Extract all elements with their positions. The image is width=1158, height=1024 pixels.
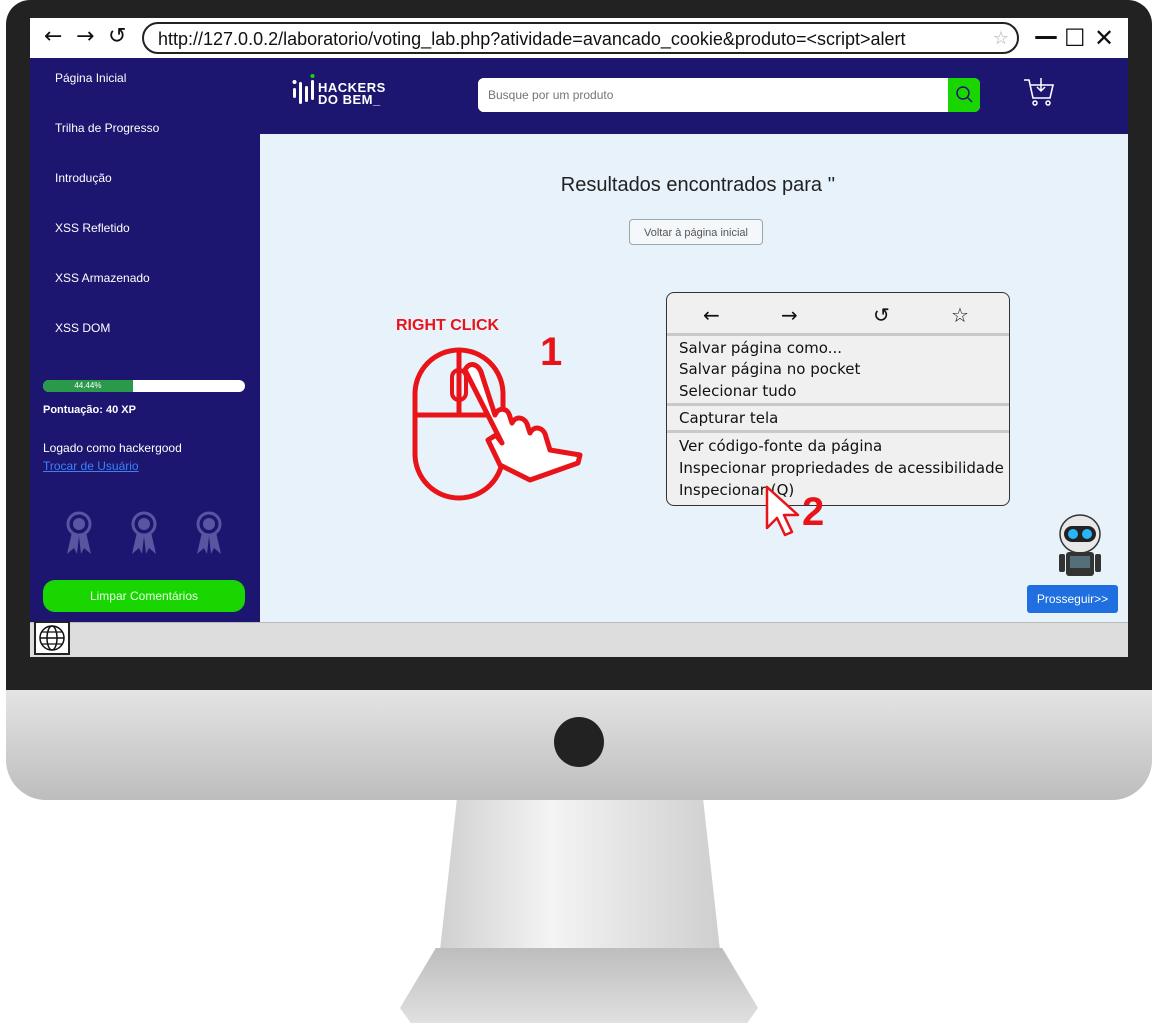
switch-user-link[interactable]: Trocar de Usuário: [43, 459, 139, 473]
search-button[interactable]: [948, 78, 980, 112]
cursor-icon: [765, 485, 800, 537]
medal-icon: [66, 511, 92, 554]
logo[interactable]: HACKERS DO BEM_: [318, 81, 386, 107]
mouse-click-illustration-icon: [412, 347, 583, 501]
forward-icon[interactable]: →: [76, 24, 94, 49]
progress-fill: 44.44%: [43, 380, 133, 392]
browser-status-bar: [30, 622, 1128, 657]
sidebar-item-xss-stored[interactable]: XSS Armazenado: [55, 271, 150, 285]
ctx-back-icon[interactable]: ←: [703, 303, 720, 327]
back-home-button[interactable]: Voltar à página inicial: [629, 219, 763, 245]
clear-comments-button[interactable]: Limpar Comentários: [43, 580, 245, 612]
context-menu: ← → ↺ ☆ Salvar página como... Salvar pág…: [666, 292, 1010, 506]
ctx-save-to-pocket[interactable]: Salvar página no pocket: [679, 360, 860, 378]
sidebar-item-xss-reflected[interactable]: XSS Refletido: [55, 221, 130, 235]
score-text: Pontuação: 40 XP: [43, 404, 136, 416]
ctx-save-page-as[interactable]: Salvar página como...: [679, 339, 842, 357]
ctx-view-source[interactable]: Ver código-fonte da página: [679, 437, 882, 455]
globe-button[interactable]: [34, 621, 70, 655]
bookmark-star-icon[interactable]: ☆: [993, 28, 1009, 49]
sidebar-item-introduction[interactable]: Introdução: [55, 171, 112, 185]
ctx-separator: [667, 333, 1009, 336]
results-title: Resultados encontrados para '': [560, 174, 836, 196]
ctx-screenshot[interactable]: Capturar tela: [679, 409, 778, 427]
proceed-button[interactable]: Prosseguir>>: [1027, 585, 1118, 613]
cart-icon[interactable]: [1022, 76, 1056, 108]
ctx-forward-icon[interactable]: →: [781, 303, 798, 327]
robot-mascot-icon[interactable]: [1056, 512, 1104, 580]
search-input[interactable]: [478, 78, 948, 112]
ctx-bookmark-icon[interactable]: ☆: [951, 303, 969, 327]
logged-user-text: Logado como hackergood: [43, 441, 182, 455]
close-icon[interactable]: ✕: [1094, 24, 1114, 52]
reload-icon[interactable]: ↺: [108, 24, 126, 49]
right-click-label: RIGHT CLICK: [396, 317, 500, 334]
ctx-separator: [667, 430, 1009, 433]
sidebar-item-xss-dom[interactable]: XSS DOM: [55, 321, 110, 335]
ctx-select-all[interactable]: Selecionar tudo: [679, 382, 796, 400]
search-icon: [956, 86, 973, 103]
sidebar-item-home[interactable]: Página Inicial: [55, 71, 126, 85]
medal-icon: [131, 511, 157, 554]
monitor-stand-neck: [440, 800, 720, 950]
address-bar[interactable]: http://127.0.0.2/laboratorio/voting_lab.…: [142, 22, 1019, 54]
back-icon[interactable]: ←: [44, 24, 62, 49]
monitor-stand-base: [400, 948, 758, 1023]
ctx-inspect-accessibility[interactable]: Inspecionar propriedades de acessibilida…: [679, 459, 1004, 477]
step-2-label: 2: [802, 490, 825, 534]
minimize-icon[interactable]: —: [1034, 22, 1058, 50]
logo-line-2: DO BEM_: [318, 92, 381, 107]
url-text[interactable]: http://127.0.0.2/laboratorio/voting_lab.…: [158, 29, 906, 50]
medal-icon: [196, 511, 222, 554]
ctx-reload-icon[interactable]: ↺: [873, 303, 890, 327]
search-box: [478, 78, 980, 112]
monitor-logo: [554, 717, 604, 767]
sidebar-item-progress-track[interactable]: Trilha de Progresso: [55, 121, 159, 135]
globe-icon: [39, 625, 65, 651]
progress-bar: 44.44%: [43, 380, 245, 392]
maximize-icon[interactable]: ☐: [1064, 24, 1086, 52]
ctx-separator: [667, 403, 1009, 406]
logo-icon: [292, 74, 315, 104]
